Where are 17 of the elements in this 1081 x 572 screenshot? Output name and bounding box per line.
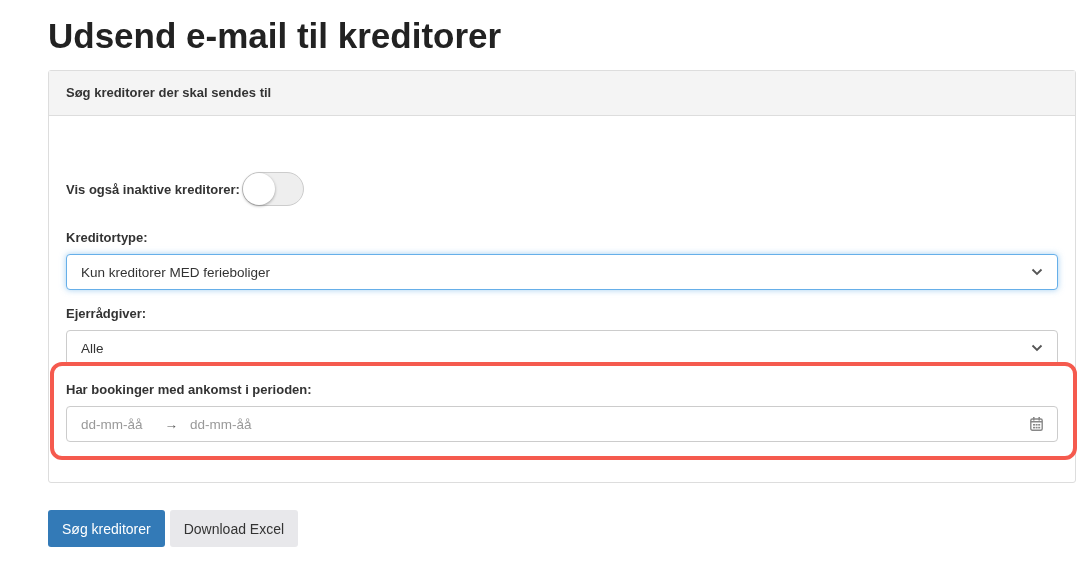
search-button[interactable]: Søg kreditorer	[48, 510, 165, 547]
date-placeholder: dd-mm-åå	[81, 416, 143, 432]
field-label: Har bookinger med ankomst i perioden:	[66, 382, 313, 397]
toggle-switch[interactable]	[241, 172, 304, 206]
field-label: Ejerrådgiver:	[66, 306, 148, 321]
chevron-down-icon	[1031, 344, 1043, 352]
arrow-separator: →	[164, 416, 178, 432]
chevron-down-icon	[1031, 268, 1043, 276]
date-range-field[interactable]: dd-mm-åå → dd-mm-åå	[66, 406, 1058, 442]
panel-heading: Søg kreditorer der skal sendes til	[49, 71, 1075, 116]
download-button[interactable]: Download Excel	[169, 510, 299, 547]
calendar-icon	[1030, 417, 1043, 431]
field-label: Kreditortype:	[66, 230, 149, 245]
page-title: Udsend e-mail til kreditorer	[48, 15, 503, 57]
date-placeholder: dd-mm-åå	[190, 416, 252, 432]
select-field[interactable]: Kun kreditorer MED ferieboliger	[66, 254, 1058, 290]
field-label: Vis også inaktive kreditorer:	[66, 181, 240, 197]
